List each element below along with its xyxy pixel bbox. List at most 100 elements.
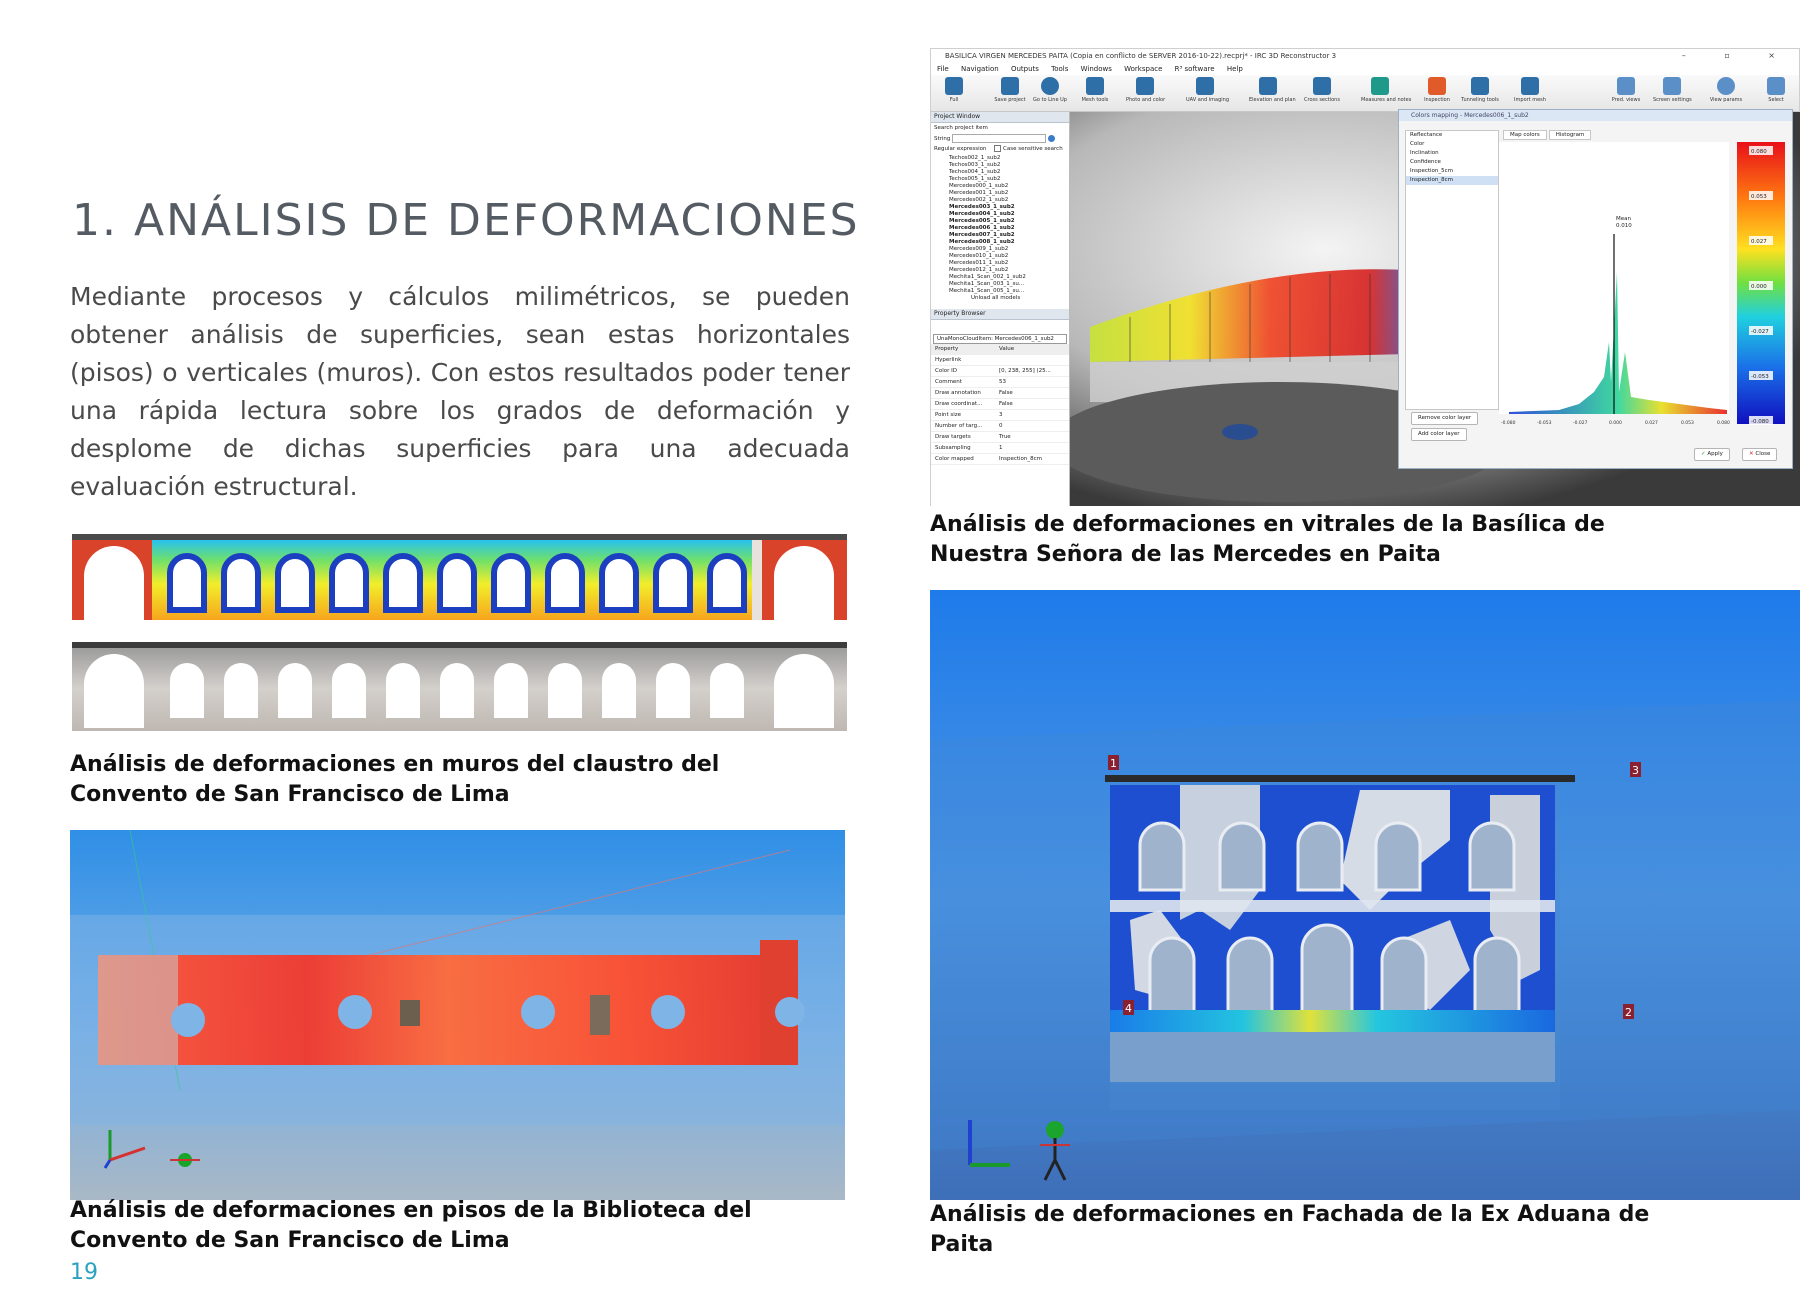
project-tree-item[interactable]: Mercedes001_1_sub2	[931, 190, 1069, 197]
tool-measures[interactable]: Measures and notes	[1361, 77, 1411, 103]
tool-cross-sections[interactable]: Cross sections	[1303, 77, 1341, 103]
project-tree-item[interactable]: Techos002_1_sub2	[931, 155, 1069, 162]
project-tree-item[interactable]: Mercedes009_1_sub2	[931, 246, 1069, 253]
tab-map-colors[interactable]: Map colors	[1503, 130, 1547, 140]
histogram-axis-tick: -0.027	[1573, 420, 1588, 426]
property-row[interactable]: Comment 53	[931, 377, 1069, 388]
project-tree-item[interactable]: Mechita1_Scan_003_1_su...	[931, 281, 1069, 288]
window-titlebar: BASILICA VIRGEN MERCEDES PAITA (Copia en…	[931, 49, 1799, 63]
color-layer-item[interactable]: Confidence	[1406, 158, 1498, 167]
menu-outputs[interactable]: Outputs	[1011, 65, 1039, 73]
project-tree-item[interactable]: Mercedes010_1_sub2	[931, 253, 1069, 260]
tool-import-mesh[interactable]: Import mesh	[1511, 77, 1549, 103]
property-row[interactable]: Draw annotation False	[931, 388, 1069, 399]
project-tree-item[interactable]: Mercedes006_1_sub2	[931, 225, 1069, 232]
project-tree-item[interactable]: Mercedes000_1_sub2	[931, 183, 1069, 190]
caption-cloister: Análisis de deformaciones en muros del c…	[70, 752, 720, 807]
tool-full[interactable]: Full	[935, 77, 973, 103]
apply-button[interactable]: ✓ Apply	[1694, 448, 1730, 461]
intro-paragraph: Mediante procesos y cálculos milimétrico…	[70, 282, 850, 501]
property-row[interactable]: Point size 3	[931, 410, 1069, 421]
search-input[interactable]	[952, 134, 1047, 143]
eye-icon	[1717, 77, 1735, 95]
search-label: Search project item	[934, 125, 988, 131]
regex-select[interactable]: Regular expression	[934, 146, 987, 152]
menu-navigation[interactable]: Navigation	[961, 65, 999, 73]
property-key: Color ID	[935, 368, 957, 374]
tool-tunneling[interactable]: Tunneling tools	[1461, 77, 1499, 103]
property-header-row: Property Value	[931, 344, 1069, 355]
project-tree-item[interactable]: Mercedes004_1_sub2	[931, 211, 1069, 218]
tool-mesh[interactable]: Mesh tools	[1076, 77, 1114, 103]
tool-uav[interactable]: UAV and imaging	[1186, 77, 1229, 103]
property-value: True	[999, 434, 1011, 440]
selected-item-field[interactable]: UnaMonoCloudItem: Mercedes006_1_sub2	[933, 334, 1067, 344]
project-tree-item[interactable]: Mercedes005_1_sub2	[931, 218, 1069, 225]
tool-elevation[interactable]: Elevation and plan	[1249, 77, 1296, 103]
property-row[interactable]: Draw coordinat... False	[931, 399, 1069, 410]
menu-windows[interactable]: Windows	[1081, 65, 1112, 73]
project-tree-item[interactable]: Mercedes007_1_sub2	[931, 232, 1069, 239]
measures-icon	[1371, 77, 1389, 95]
project-tree-item[interactable]: Mercedes003_1_sub2	[931, 204, 1069, 211]
property-toolbar	[931, 320, 1069, 334]
project-tree-item[interactable]: Mercedes011_1_sub2	[931, 260, 1069, 267]
screen-icon	[1663, 77, 1681, 95]
window-controls[interactable]: – ▫ ×	[1682, 49, 1793, 63]
photo-icon	[1136, 77, 1154, 95]
project-tree-item[interactable]: Mechita1_Scan_002_1_sub2	[931, 274, 1069, 281]
pred-views-icon	[1617, 77, 1635, 95]
property-row[interactable]: Hyperlink	[931, 355, 1069, 366]
close-button[interactable]: ✕ Close	[1742, 448, 1778, 461]
tool-view-params[interactable]: View params	[1707, 77, 1745, 103]
project-tree-item[interactable]: Techos005_1_sub2	[931, 176, 1069, 183]
tab-histogram[interactable]: Histogram	[1548, 130, 1592, 140]
project-tree-item[interactable]: Mercedes008_1_sub2	[931, 239, 1069, 246]
tool-save-project[interactable]: Save project	[991, 77, 1029, 103]
tool-inspection[interactable]: Inspection	[1418, 77, 1456, 103]
project-tree-item[interactable]: Mechita1_Scan_005_1_su...	[931, 288, 1069, 295]
color-layer-item[interactable]: Reflectance	[1406, 131, 1498, 140]
project-tree-item[interactable]: Mercedes012_1_sub2	[931, 267, 1069, 274]
cloister-walls-image	[62, 528, 857, 738]
property-key: Color mapped	[935, 456, 974, 462]
line-up-icon	[1041, 77, 1059, 95]
search-icon[interactable]	[1047, 135, 1055, 142]
project-tree-item[interactable]: Techos003_1_sub2	[931, 162, 1069, 169]
scale-label: -0.053	[1751, 374, 1769, 380]
project-tree-item[interactable]: Mercedes002_1_sub2	[931, 197, 1069, 204]
project-tree-item[interactable]: Techos004_1_sub2	[931, 169, 1069, 176]
menu-r3-software[interactable]: R³ software	[1175, 65, 1215, 73]
property-value: Inspection_8cm	[999, 456, 1043, 462]
cross-section-icon	[1313, 77, 1331, 95]
color-layer-item[interactable]: Inclination	[1406, 149, 1498, 158]
tool-photo-color[interactable]: Photo and color	[1126, 77, 1165, 103]
property-row[interactable]: Number of targ... 0	[931, 421, 1069, 432]
color-layer-item[interactable]: Inspection_8cm	[1406, 176, 1498, 185]
property-row[interactable]: Subsampling 1	[931, 443, 1069, 454]
menu-tools[interactable]: Tools	[1051, 65, 1068, 73]
property-row[interactable]: Color mapped Inspection_8cm	[931, 454, 1069, 465]
library-floor-image	[70, 830, 845, 1200]
caption-aduana: Análisis de deformaciones en Fachada de …	[930, 1202, 1650, 1257]
property-row[interactable]: Draw targets True	[931, 432, 1069, 443]
project-tree: Techos002_1_sub2 Techos003_1_sub2 Techos00…	[931, 155, 1069, 295]
menu-workspace[interactable]: Workspace	[1124, 65, 1162, 73]
color-layer-item[interactable]: Inspection_5cm	[1406, 167, 1498, 176]
property-key: Subsampling	[935, 445, 971, 451]
tool-pred-views[interactable]: Pred. views	[1607, 77, 1645, 103]
unload-all-button[interactable]: Unload all models	[931, 295, 1069, 303]
menu-file[interactable]: File	[937, 65, 949, 73]
tool-select[interactable]: Select	[1757, 77, 1795, 103]
remove-color-layer-button[interactable]: Remove color layer	[1411, 412, 1479, 425]
caption-library: Análisis de deformaciones en pisos de la…	[70, 1198, 752, 1253]
menu-help[interactable]: Help	[1227, 65, 1243, 73]
tool-line-up[interactable]: Go to Line Up	[1031, 77, 1069, 103]
property-row[interactable]: Color ID [0, 238, 255] (25...	[931, 366, 1069, 377]
histogram-axis-tick: -0.080	[1501, 420, 1516, 426]
case-checkbox[interactable]	[994, 145, 1002, 152]
property-key: Number of targ...	[935, 423, 983, 429]
tool-screen-settings[interactable]: Screen settings	[1653, 77, 1692, 103]
add-color-layer-button[interactable]: Add color layer	[1411, 428, 1467, 441]
color-layer-item[interactable]: Color	[1406, 140, 1498, 149]
